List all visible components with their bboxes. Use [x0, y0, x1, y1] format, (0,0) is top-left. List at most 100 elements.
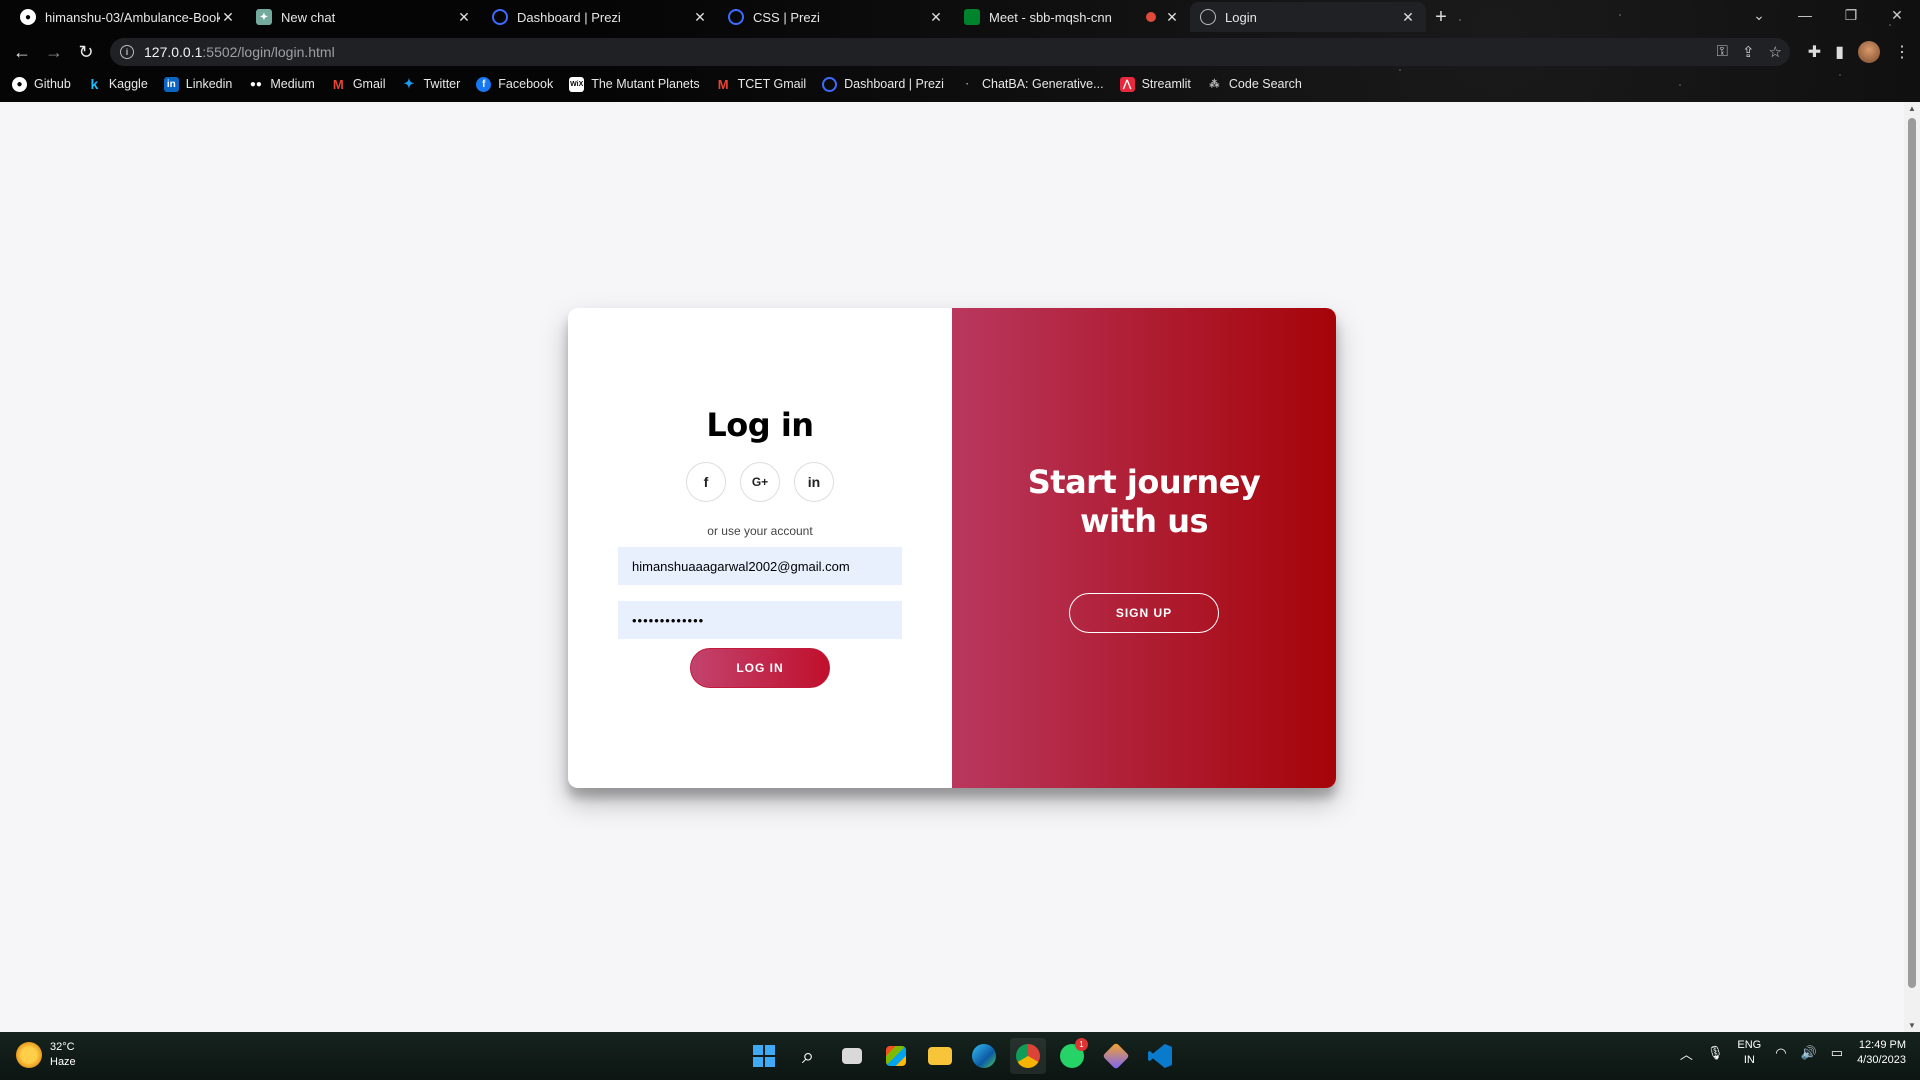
clock[interactable]: 12:49 PM 4/30/2023	[1857, 1038, 1906, 1068]
bookmark-linkedin[interactable]: in Linkedin	[163, 76, 232, 92]
login-title: Log in	[706, 406, 814, 444]
tab-new-chat[interactable]: ✦ New chat ✕	[246, 2, 482, 32]
window-controls: ⌄ — ❐ ✕	[1736, 0, 1920, 30]
bookmark-twitter[interactable]: ✦ Twitter	[401, 76, 461, 92]
bookmark-tcet-gmail[interactable]: M TCET Gmail	[716, 77, 807, 92]
bookmark-facebook[interactable]: f Facebook	[476, 76, 554, 92]
minimize-icon[interactable]: —	[1782, 0, 1828, 30]
wix-icon: WiX	[569, 76, 585, 92]
temperature: 32°C	[50, 1041, 75, 1053]
windows-icon	[753, 1045, 775, 1067]
task-view-button[interactable]	[834, 1038, 870, 1074]
linkedin-login-button[interactable]: in	[794, 462, 834, 502]
close-icon[interactable]: ✕	[928, 9, 944, 26]
tab-login[interactable]: Login ✕	[1190, 2, 1426, 32]
tab-title: Dashboard | Prezi	[517, 9, 621, 25]
facebook-login-button[interactable]: f	[686, 462, 726, 502]
bookmark-gmail[interactable]: M Gmail	[331, 77, 386, 92]
weather-widget[interactable]: 32°C Haze	[16, 1040, 76, 1070]
restore-icon[interactable]: ❐	[1828, 0, 1874, 30]
profile-avatar[interactable]	[1858, 41, 1880, 63]
scrollbar-thumb[interactable]	[1908, 118, 1916, 988]
signup-button[interactable]: SIGN UP	[1069, 593, 1219, 633]
store-button[interactable]	[878, 1038, 914, 1074]
language-code: ENG	[1737, 1039, 1762, 1051]
close-icon[interactable]: ✕	[1400, 9, 1416, 26]
show-hidden-icons-icon[interactable]: ︿	[1680, 1044, 1693, 1063]
page-scrollbar[interactable]: ▲ ▼	[1904, 102, 1920, 1032]
tab-title: New chat	[281, 9, 336, 25]
whatsapp-button[interactable]: 1	[1054, 1038, 1090, 1074]
bookmark-chatba[interactable]: · ChatBA: Generative...	[960, 77, 1104, 92]
back-icon[interactable]: ←	[6, 36, 38, 68]
close-icon[interactable]: ✕	[220, 9, 236, 26]
scroll-up-icon[interactable]: ▲	[1904, 104, 1920, 113]
volume-icon[interactable]: 🔊	[1801, 1045, 1817, 1061]
bookmark-label: Facebook	[498, 77, 554, 91]
git-app-button[interactable]	[1098, 1038, 1134, 1074]
facebook-icon: f	[476, 76, 492, 92]
scroll-down-icon[interactable]: ▼	[1904, 1021, 1920, 1030]
tab-prezi-css[interactable]: CSS | Prezi ✕	[718, 2, 954, 32]
bookmark-star-icon[interactable]: ☆	[1769, 43, 1782, 61]
close-icon[interactable]: ✕	[1164, 9, 1180, 26]
email-field[interactable]	[618, 547, 902, 585]
key-icon[interactable]: ⚿	[1717, 43, 1728, 61]
start-button[interactable]	[746, 1038, 782, 1074]
taskbar-apps: ⌕ 1	[746, 1038, 1178, 1074]
google-plus-icon: G+	[751, 475, 769, 489]
bookmark-label: Gmail	[352, 77, 386, 91]
new-tab-button[interactable]: +	[1426, 2, 1456, 32]
language-indicator[interactable]: ENG IN	[1737, 1038, 1761, 1068]
site-info-icon[interactable]: i	[120, 45, 134, 59]
close-icon[interactable]: ✕	[692, 9, 708, 26]
password-field[interactable]	[618, 601, 902, 639]
bookmark-medium[interactable]: ●● Medium	[248, 77, 315, 92]
store-icon	[886, 1046, 906, 1066]
tab-title: Meet - sbb-mqsh-cnn	[989, 9, 1112, 25]
tab-prezi-dashboard[interactable]: Dashboard | Prezi ✕	[482, 2, 718, 32]
login-panel: Log in f G+ in or use your account LOG I…	[568, 308, 952, 788]
share-icon[interactable]: ⇪	[1742, 43, 1755, 61]
page-viewport: Log in f G+ in or use your account LOG I…	[0, 102, 1920, 1032]
github-icon: ●	[12, 76, 27, 92]
vscode-button[interactable]	[1142, 1038, 1178, 1074]
bookmark-mutant-planets[interactable]: WiX The Mutant Planets	[569, 76, 700, 92]
reload-icon[interactable]: ↻	[70, 36, 102, 68]
bookmark-label: TCET Gmail	[737, 77, 807, 91]
bookmark-streamlit[interactable]: ⋀ Streamlit	[1119, 76, 1191, 92]
extensions-icon[interactable]: ✚	[1808, 42, 1821, 62]
bookmark-prezi[interactable]: Dashboard | Prezi	[822, 76, 944, 92]
dot-icon: ·	[965, 78, 970, 90]
login-button[interactable]: LOG IN	[690, 648, 830, 688]
task-view-icon	[842, 1048, 862, 1064]
tab-search-icon[interactable]: ⌄	[1736, 0, 1782, 30]
system-tray: ︿ 🎙 ENG IN ◠ 🔊 ▭ 12:49 PM 4/30/2023	[1680, 1038, 1906, 1068]
windows-taskbar: 32°C Haze ⌕ 1 ︿ 🎙 ENG IN ◠ 🔊 ▭ 12:49 PM …	[0, 1032, 1920, 1080]
search-icon: ⌕	[801, 1043, 815, 1068]
search-button[interactable]: ⌕	[790, 1038, 826, 1074]
microphone-icon[interactable]: 🎙	[1707, 1045, 1724, 1061]
address-bar[interactable]: i 127.0.0.1:5502/login/login.html ⚿ ⇪ ☆	[110, 38, 1790, 66]
clock-date: 4/30/2023	[1857, 1054, 1906, 1066]
bookmark-kaggle[interactable]: k Kaggle	[87, 76, 147, 92]
forward-icon[interactable]: →	[38, 36, 70, 68]
close-icon[interactable]: ✕	[456, 9, 472, 26]
side-panel-icon[interactable]: ▮	[1835, 42, 1844, 62]
bookmark-github[interactable]: ● Github	[12, 76, 71, 92]
wifi-icon[interactable]: ◠	[1775, 1045, 1786, 1061]
menu-icon[interactable]: ⋮	[1894, 42, 1910, 62]
bookmark-code-search[interactable]: ⁂ Code Search	[1207, 77, 1301, 92]
bookmark-label: Github	[34, 77, 71, 91]
chrome-button[interactable]	[1010, 1038, 1046, 1074]
tab-github[interactable]: ● himanshu-03/Ambulance-Bookin ✕	[10, 2, 246, 32]
file-explorer-button[interactable]	[922, 1038, 958, 1074]
bookmark-label: Dashboard | Prezi	[844, 77, 944, 91]
close-window-icon[interactable]: ✕	[1874, 0, 1920, 30]
clock-time: 12:49 PM	[1858, 1039, 1906, 1051]
edge-button[interactable]	[966, 1038, 1002, 1074]
battery-icon[interactable]: ▭	[1831, 1045, 1843, 1061]
tab-meet[interactable]: Meet - sbb-mqsh-cnn ✕	[954, 2, 1190, 32]
google-login-button[interactable]: G+	[740, 462, 780, 502]
streamlit-icon: ⋀	[1119, 76, 1135, 92]
